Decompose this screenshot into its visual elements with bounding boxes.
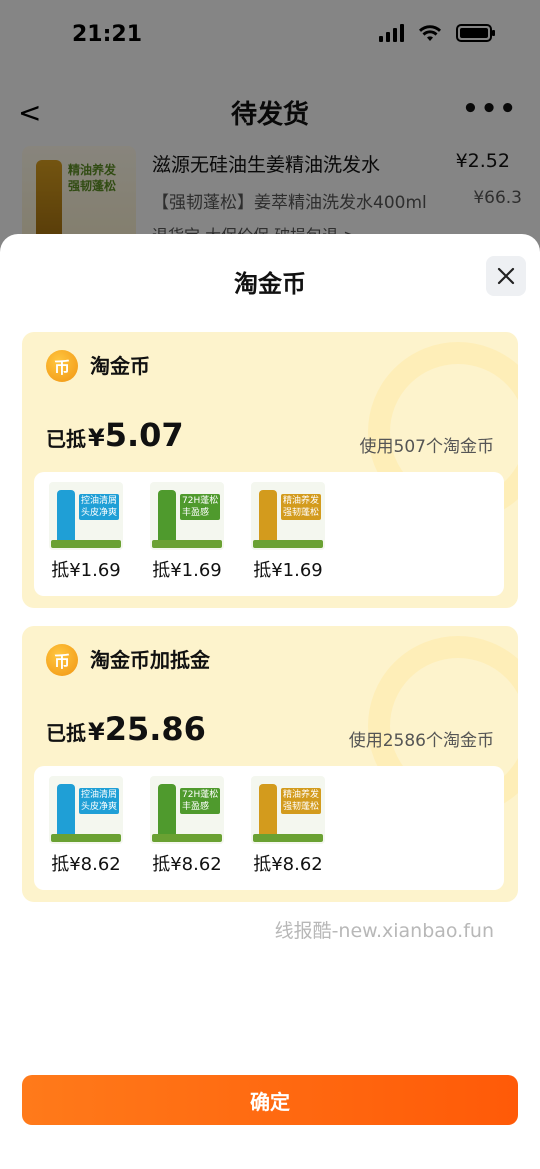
goods-deduct-price: 抵¥8.62 — [152, 854, 222, 875]
goods-list: 控油清屑 头皮净爽 抵¥8.62 72H蓬松 丰盈感 抵¥8.62 精油养发 强… — [34, 766, 504, 890]
deduct-value: 5.07 — [104, 416, 184, 454]
goods-deduct-price: 抵¥8.62 — [253, 854, 323, 875]
product-image-label: 72H蓬松 丰盈感 — [180, 788, 221, 814]
goods-list: 控油清屑 头皮净爽 抵¥1.69 72H蓬松 丰盈感 抵¥1.69 精油养发 强… — [34, 472, 504, 596]
product-image-label: 72H蓬松 丰盈感 — [180, 494, 221, 520]
goods-item: 精油养发 强韧蓬松 抵¥1.69 — [248, 482, 328, 582]
deduct-value: 25.86 — [104, 710, 206, 748]
goods-deduct-price: 抵¥1.69 — [51, 560, 121, 581]
close-icon — [497, 267, 515, 285]
product-image: 控油清屑 头皮净爽 — [49, 482, 123, 550]
goods-item: 控油清屑 头皮净爽 抵¥8.62 — [46, 776, 126, 876]
goods-item: 控油清屑 头皮净爽 抵¥1.69 — [46, 482, 126, 582]
coin-plus-voucher-card[interactable]: 币 淘金币加抵金 已抵 ¥ 25.86 使用2586个淘金币 控油清屑 头皮净爽… — [22, 626, 518, 902]
product-image-label: 精油养发 强韧蓬松 — [281, 494, 322, 520]
goods-item: 精油养发 强韧蓬松 抵¥8.62 — [248, 776, 328, 876]
product-image: 精油养发 强韧蓬松 — [251, 482, 325, 550]
product-image: 控油清屑 头皮净爽 — [49, 776, 123, 844]
goods-deduct-price: 抵¥1.69 — [152, 560, 222, 581]
currency-symbol: ¥ — [88, 424, 105, 452]
goods-deduct-price: 抵¥1.69 — [253, 560, 323, 581]
product-image: 72H蓬松 丰盈感 — [150, 482, 224, 550]
deduct-amount: 已抵 ¥ 25.86 — [46, 710, 206, 748]
currency-symbol: ¥ — [88, 718, 105, 746]
card-title: 淘金币加抵金 — [90, 648, 210, 672]
coin-icon: 币 — [46, 644, 78, 676]
goods-item: 72H蓬松 丰盈感 抵¥8.62 — [147, 776, 227, 876]
product-image: 72H蓬松 丰盈感 — [150, 776, 224, 844]
coin-sheet: 淘金币 币 淘金币 已抵 ¥ 5.07 使用507个淘金币 控油清屑 头皮净爽 … — [0, 234, 540, 1169]
product-image-label: 精油养发 强韧蓬松 — [281, 788, 322, 814]
card-title: 淘金币 — [90, 354, 150, 378]
sheet-title: 淘金币 — [234, 270, 306, 298]
watermark-text: 线报酷-new.xianbao.fun — [274, 920, 494, 942]
deduct-label: 已抵 — [46, 427, 86, 451]
goods-deduct-price: 抵¥8.62 — [51, 854, 121, 875]
goods-item: 72H蓬松 丰盈感 抵¥1.69 — [147, 482, 227, 582]
coin-icon: 币 — [46, 350, 78, 382]
deduct-amount: 已抵 ¥ 5.07 — [46, 416, 184, 454]
product-image-label: 控油清屑 头皮净爽 — [79, 788, 120, 814]
product-image: 精油养发 强韧蓬松 — [251, 776, 325, 844]
confirm-button[interactable]: 确定 — [22, 1075, 518, 1125]
deduct-label: 已抵 — [46, 721, 86, 745]
close-button[interactable] — [486, 256, 526, 296]
coin-option-card[interactable]: 币 淘金币 已抵 ¥ 5.07 使用507个淘金币 控油清屑 头皮净爽 抵¥1.… — [22, 332, 518, 608]
coin-usage-info: 使用507个淘金币 — [359, 437, 494, 457]
coin-usage-info: 使用2586个淘金币 — [348, 731, 494, 751]
product-image-label: 控油清屑 头皮净爽 — [79, 494, 120, 520]
